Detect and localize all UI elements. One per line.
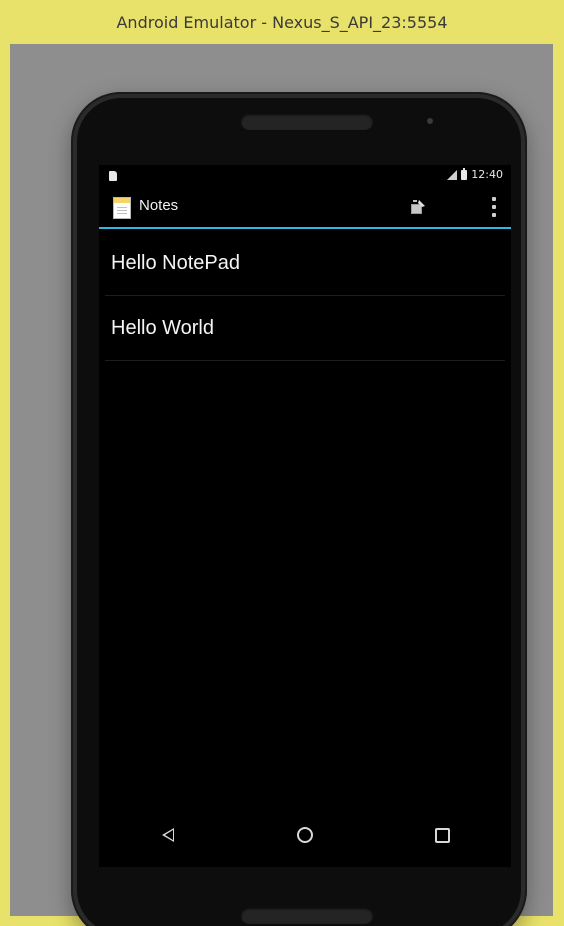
note-title: Hello NotePad [111, 251, 240, 274]
device-frame: 12:40 Notes Hello NotePad Hello World [71, 92, 527, 926]
recents-icon [434, 827, 450, 843]
battery-icon [461, 167, 468, 180]
back-button[interactable] [148, 815, 188, 855]
front-camera [427, 118, 433, 124]
overflow-dot [492, 213, 496, 217]
overflow-dot [492, 205, 496, 209]
overflow-dot [492, 197, 496, 201]
overflow-menu-icon[interactable] [491, 197, 497, 217]
note-title: Hello World [111, 316, 214, 339]
list-item[interactable]: Hello NotePad [105, 231, 505, 296]
list-item[interactable]: Hello World [105, 296, 505, 361]
action-bar-title: Notes [139, 197, 179, 214]
top-speaker [241, 114, 373, 130]
emulator-window: Android Emulator - Nexus_S_API_23:5554 1… [0, 0, 564, 926]
status-right-group: 12:40 [447, 167, 503, 181]
bottom-speaker [241, 908, 373, 924]
status-bar: 12:40 [99, 165, 511, 187]
device-screen[interactable]: 12:40 Notes Hello NotePad Hello World [99, 165, 511, 867]
recents-button[interactable] [422, 815, 462, 855]
notes-list: Hello NotePad Hello World [99, 231, 511, 361]
back-icon [161, 828, 174, 842]
emulator-viewport: 12:40 Notes Hello NotePad Hello World [10, 44, 553, 926]
window-title: Android Emulator - Nexus_S_API_23:5554 [116, 12, 448, 32]
home-button[interactable] [285, 815, 325, 855]
device-bezel: 12:40 Notes Hello NotePad Hello World [77, 98, 521, 926]
notepad-icon[interactable] [113, 197, 131, 219]
status-time: 12:40 [471, 168, 503, 181]
new-note-icon[interactable] [409, 198, 427, 216]
action-bar: Notes [99, 187, 511, 229]
home-icon [296, 827, 313, 843]
navigation-bar [99, 803, 511, 867]
sd-card-icon [109, 171, 117, 181]
signal-icon [447, 169, 458, 180]
window-titlebar[interactable]: Android Emulator - Nexus_S_API_23:5554 [0, 0, 564, 44]
